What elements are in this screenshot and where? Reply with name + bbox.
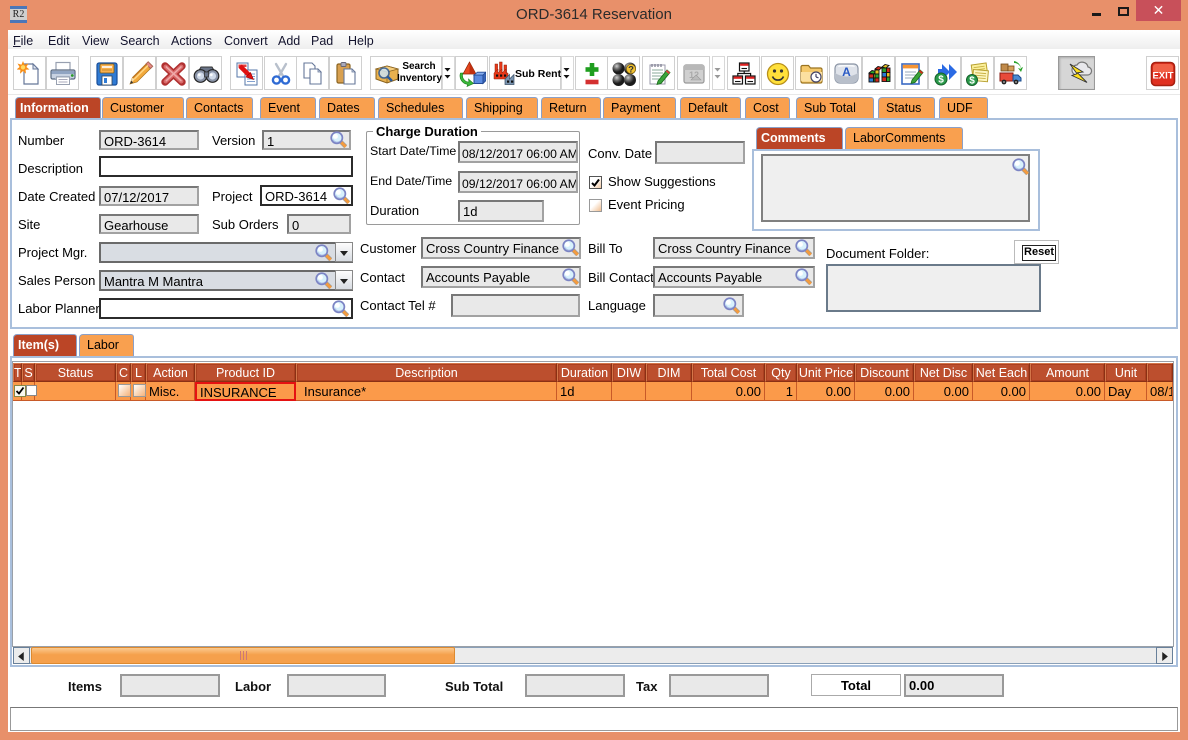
- svg-text:$: $: [938, 75, 944, 86]
- svg-text:EXIT: EXIT: [1152, 71, 1173, 82]
- svg-text:$: $: [969, 76, 975, 87]
- svg-text:A: A: [842, 65, 851, 79]
- svg-text:?: ?: [628, 64, 634, 75]
